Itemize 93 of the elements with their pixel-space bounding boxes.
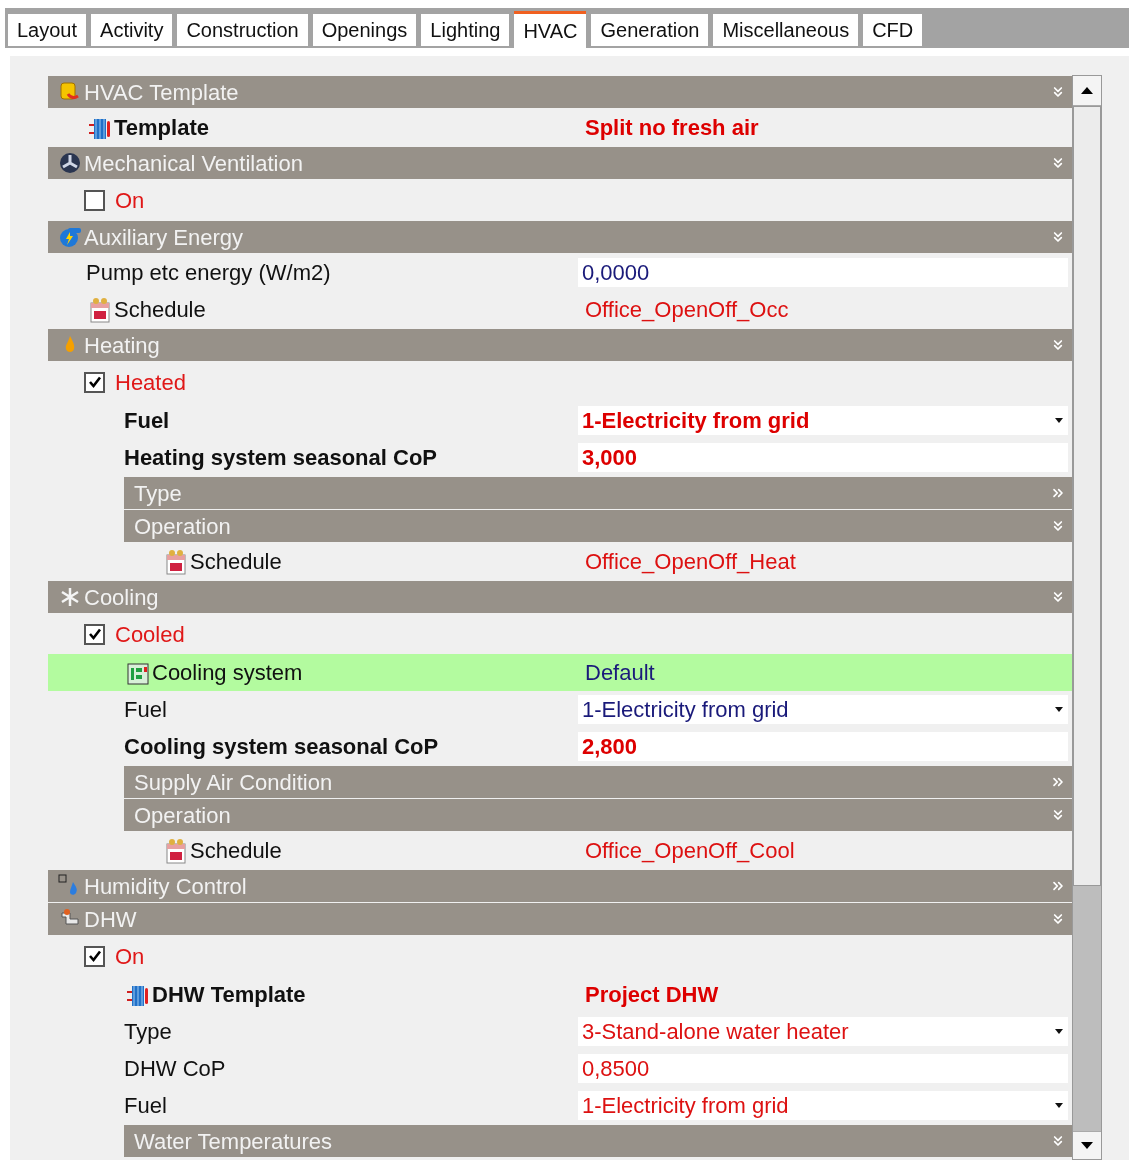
property-label: Cooling system seasonal CoP [124,733,439,761]
property-row[interactable]: Template Split no fresh air [48,109,1072,146]
tab[interactable]: Lighting [421,14,510,46]
scroll-thumb[interactable] [1073,106,1101,886]
dropdown-field[interactable]: 1-Electricity from grid [578,406,1068,435]
property-label: Fuel [124,1092,167,1120]
dropdown-arrow-icon [1054,417,1064,424]
property-label: DHW CoP [124,1055,226,1083]
value-text: Office_OpenOff_Occ [584,296,790,324]
tab[interactable]: Generation [591,14,709,46]
calendar-icon [164,837,188,864]
check-icon [87,627,102,641]
down-arrow-icon [1081,1142,1093,1149]
value-text: Split no fresh air [584,114,760,142]
tab[interactable]: Layout [8,14,87,46]
scroll-down-button[interactable] [1073,1131,1101,1159]
section-title: Auxiliary Energy [84,223,243,252]
property-row[interactable]: Schedule Office_OpenOff_Cool [48,832,1072,869]
scroll-up-button[interactable] [1073,76,1101,106]
value-text: 3-Stand-alone water heater [582,1018,850,1046]
value-text: Office_OpenOff_Cool [584,837,796,865]
scrollbar[interactable] [1072,75,1102,1160]
dropdown-field[interactable]: 1-Electricity from grid [578,1091,1068,1120]
section-title: Humidity Control [84,872,247,901]
property-label: Schedule [190,837,282,865]
property-row[interactable]: Fuel 1-Electricity from grid [48,402,1072,439]
property-row[interactable]: Heating system seasonal CoP 3,000 [48,439,1072,476]
property-row[interactable]: Pump etc energy (W/m2) 0,0000 [48,254,1072,291]
check-icon [87,375,102,389]
value-text: 1-Electricity from grid [582,696,790,724]
value-text: 1-Electricity from grid [582,1092,790,1120]
tab[interactable]: Construction [177,14,308,46]
checkbox-label: On [115,942,145,971]
property-row[interactable]: Cooling system seasonal CoP 2,800 [48,728,1072,765]
lightning-icon [58,225,82,249]
property-label: Template [114,114,209,142]
calendar-icon [88,296,112,323]
checkbox[interactable] [84,189,105,211]
highlighted-row[interactable]: Cooling system Default [48,654,1072,691]
dropdown-arrow-icon [1054,1028,1064,1035]
value-text: 1-Electricity from grid [582,407,811,435]
property-label: Heating system seasonal CoP [124,444,437,472]
section-title: Heating [84,331,160,360]
up-arrow-icon [1081,87,1093,94]
property-label: Cooling system [152,659,303,687]
property-row[interactable]: DHW CoP 0,8500 [48,1050,1072,1087]
checkbox-label: Cooled [115,620,185,649]
property-row[interactable]: Type 3-Stand-alone water heater [48,1013,1072,1050]
value-field[interactable]: 0,0000 [578,258,1068,287]
checkbox[interactable] [84,623,105,645]
value-text: Default [584,659,656,687]
property-row[interactable]: DHW Template Project DHW [48,976,1072,1013]
value-text: Project DHW [584,981,720,1009]
calendar-icon [164,548,188,575]
check-icon [87,949,102,963]
section-title: Water Temperatures [134,1127,333,1156]
tab[interactable]: HVAC [514,11,587,48]
tab[interactable]: Miscellaneous [713,14,859,46]
section-title: Type [134,479,182,508]
property-label: Fuel [124,696,167,724]
property-label: Fuel [124,407,170,435]
value-field[interactable]: 2,800 [578,732,1068,761]
property-label: Schedule [114,296,206,324]
value-field[interactable]: 3,000 [578,443,1068,472]
property-row[interactable]: Schedule Office_OpenOff_Heat [48,543,1072,580]
dropdown-field[interactable]: 3-Stand-alone water heater [578,1017,1068,1046]
section-title: Operation [134,801,231,830]
tab[interactable]: Activity [91,14,173,46]
property-label: Type [124,1018,172,1046]
property-row[interactable]: Fuel 1-Electricity from grid [48,1087,1072,1124]
section-title: Cooling [84,583,159,612]
tab[interactable]: Openings [312,14,417,46]
property-label: Schedule [190,548,282,576]
tab[interactable]: CFD [863,14,923,46]
section-title: Operation [134,512,231,541]
checkbox[interactable] [84,945,105,967]
value-field[interactable]: 0,8500 [578,1054,1068,1083]
section-title: Mechanical Ventilation [84,149,303,178]
value-text: Office_OpenOff_Heat [584,548,797,576]
dropdown-arrow-icon [1054,1102,1064,1109]
property-label: DHW Template [152,981,306,1009]
checkbox-label: Heated [115,368,186,397]
property-row[interactable]: Fuel 1-Electricity from grid [48,691,1072,728]
dropdown-field[interactable]: 1-Electricity from grid [578,695,1068,724]
property-label: Pump etc energy (W/m2) [86,259,331,287]
dropdown-arrow-icon [1054,706,1064,713]
section-title: DHW [84,905,137,934]
checkbox[interactable] [84,371,105,393]
fan-icon [58,151,82,175]
section-title: Supply Air Condition [134,768,333,797]
checkbox-label: On [115,186,145,215]
section-title: HVAC Template [84,78,239,107]
property-row[interactable]: Schedule Office_OpenOff_Occ [48,291,1072,328]
